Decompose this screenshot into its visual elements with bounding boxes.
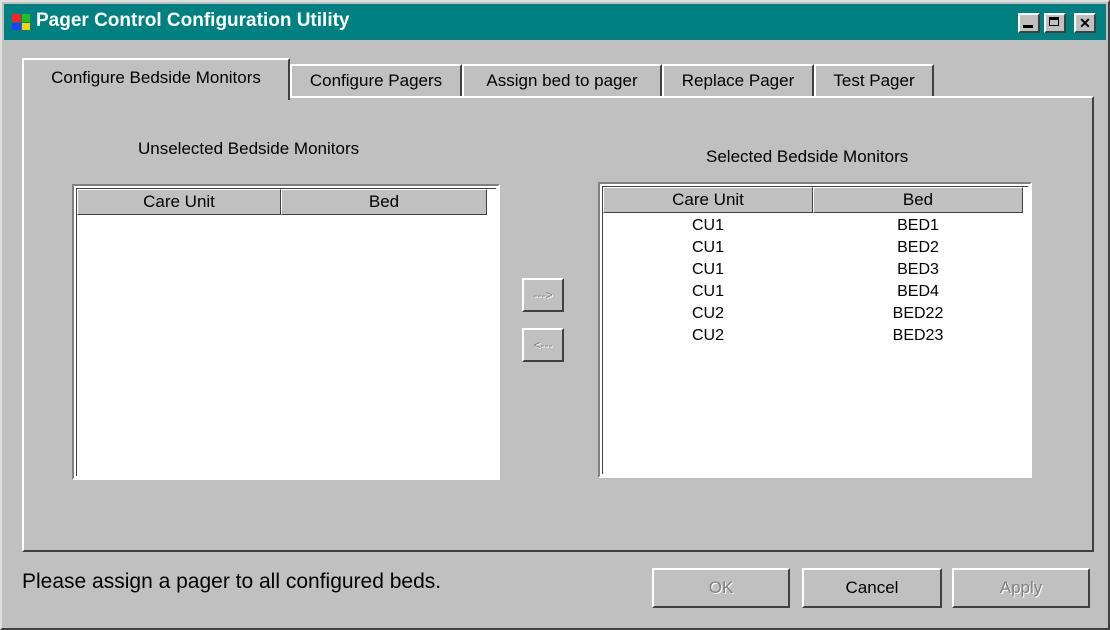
bed-cell: BED23 [892,327,944,344]
list-item[interactable]: CU1 BED1 [603,215,1028,237]
bed-cell: BED22 [892,305,944,322]
tab-configure-pagers[interactable]: Configure Pagers [290,64,462,98]
status-message: Please assign a pager to all configured … [22,570,442,593]
care-unit-cell: CU2 [691,305,724,322]
column-header-care-unit[interactable]: Care Unit [77,189,281,215]
app-icon [12,14,30,30]
list-item[interactable]: CU1 BED3 [603,259,1028,281]
tab-test-pager[interactable]: Test Pager [814,64,934,98]
minimize-icon [1023,25,1033,28]
unselected-monitors-list[interactable]: Care Unit Bed [71,183,501,481]
ok-button[interactable]: OK [652,568,790,608]
care-unit-cell: CU1 [691,283,724,300]
remove-monitor-button[interactable]: <--- [522,328,564,362]
care-unit-cell: CU1 [691,261,724,278]
window-title: Pager Control Configuration Utility [36,10,350,31]
unselected-list-header: Care Unit Bed [77,189,496,215]
list-item[interactable]: CU2 BED23 [603,325,1028,347]
pager-config-window: Pager Control Configuration Utility ✕ Co… [0,0,1110,630]
bed-cell: BED4 [897,283,939,300]
unselected-monitors-label: Unselected Bedside Monitors [138,139,360,158]
bed-cell: BED2 [897,239,939,256]
tab-assign-bed-to-pager[interactable]: Assign bed to pager [462,64,662,98]
cancel-button[interactable]: Cancel [802,568,942,608]
care-unit-cell: CU1 [691,217,724,234]
tab-configure-bedside-monitors[interactable]: Configure Bedside Monitors [22,58,290,100]
bed-cell: BED1 [897,217,939,234]
selected-monitors-list[interactable]: Care Unit Bed CU1 BED1 CU1 BED2 CU1 BED3 CU1 BE… [597,181,1033,479]
column-header-bed[interactable]: Bed [281,189,487,215]
column-header-bed[interactable]: Bed [813,187,1023,213]
add-monitor-button[interactable]: ---> [522,278,564,312]
selected-list-rows: CU1 BED1 CU1 BED2 CU1 BED3 CU1 BED4 CU2 BED22 CU2 B… [603,215,1028,347]
list-item[interactable]: CU2 BED22 [603,303,1028,325]
care-unit-cell: CU2 [691,327,724,344]
close-icon: ✕ [1079,15,1091,31]
tab-replace-pager[interactable]: Replace Pager [662,64,814,98]
minimize-button[interactable] [1018,13,1040,33]
maximize-button[interactable] [1044,13,1066,33]
maximize-icon [1049,17,1059,26]
care-unit-cell: CU1 [691,239,724,256]
bed-cell: BED3 [897,261,939,278]
close-button[interactable]: ✕ [1074,13,1096,33]
selected-list-header: Care Unit Bed [603,187,1028,213]
selected-monitors-label: Selected Bedside Monitors [706,147,909,166]
column-header-care-unit[interactable]: Care Unit [603,187,813,213]
list-item[interactable]: CU1 BED4 [603,281,1028,303]
apply-button[interactable]: Apply [952,568,1090,608]
list-item[interactable]: CU1 BED2 [603,237,1028,259]
title-bar[interactable]: Pager Control Configuration Utility ✕ [4,4,1106,40]
